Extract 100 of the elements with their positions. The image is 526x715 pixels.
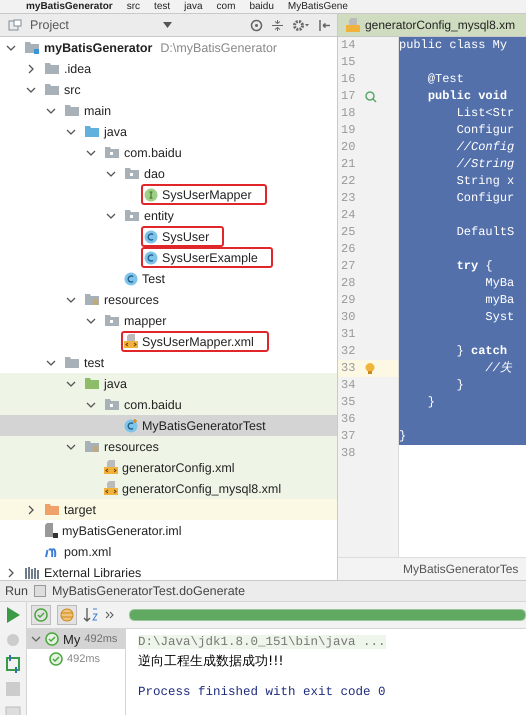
folder-icon xyxy=(124,167,140,180)
folder-icon xyxy=(24,41,40,54)
result-entry[interactable]: 492ms xyxy=(27,649,125,669)
line-number: 24 xyxy=(340,207,356,224)
tree-row[interactable]: resources xyxy=(0,436,337,457)
line-number: 15 xyxy=(340,54,356,71)
console-line: 逆向工程生成数据成功!!! xyxy=(138,654,284,668)
project-icon xyxy=(8,19,22,31)
rerun-icon[interactable] xyxy=(5,655,21,673)
tree-row[interactable]: MyBatisGeneratorTest xyxy=(0,415,337,436)
breadcrumb-item[interactable]: baidu xyxy=(249,0,274,13)
line-number: 18 xyxy=(340,105,356,122)
folder-icon xyxy=(44,83,60,96)
breadcrumb-item[interactable]: MyBatisGene xyxy=(288,0,348,13)
tree-item-label: generatorConfig_mysql8.xml xyxy=(122,482,282,496)
tree-item-label: mapper xyxy=(124,314,166,328)
tree-item-label: resources xyxy=(104,440,159,454)
tree-row[interactable]: SysUserMapper.xml xyxy=(0,331,337,352)
tree-item-label: Test xyxy=(142,272,165,286)
line-number: 28 xyxy=(340,275,356,292)
tree-item-label: test xyxy=(84,356,104,370)
target-icon[interactable] xyxy=(250,18,263,32)
tree-item-label: resources xyxy=(104,292,159,306)
tree-row[interactable]: test xyxy=(0,352,337,373)
tree-row[interactable]: pom.xml xyxy=(0,541,337,562)
line-number: 22 xyxy=(340,173,356,190)
folder-icon xyxy=(84,377,100,390)
tree-row[interactable]: src xyxy=(0,79,337,100)
tree-item-label: pom.xml xyxy=(64,544,112,558)
result-entry[interactable]: My 492ms xyxy=(27,629,125,649)
tree-row[interactable]: .idea xyxy=(0,58,337,79)
line-number: 30 xyxy=(340,309,356,326)
tree-item-label: java xyxy=(104,376,127,390)
tree-item-label: com.baidu xyxy=(124,146,182,160)
tree-row[interactable]: mapper xyxy=(0,310,337,331)
line-number: 25 xyxy=(340,224,356,241)
tree-item-label: SysUserMapper.xml xyxy=(142,334,254,348)
tree-row[interactable]: SysUser xyxy=(0,226,337,247)
hide-panel-icon[interactable] xyxy=(318,18,331,32)
line-number: 16 xyxy=(340,71,356,88)
tree-row[interactable]: myBatisGenerator D:\myBatisGenerator xyxy=(0,37,337,58)
tree-row[interactable]: dao xyxy=(0,163,337,184)
tree-item-label: SysUserMapper xyxy=(162,188,252,202)
line-number: 27 xyxy=(340,258,356,275)
line-number: 26 xyxy=(340,241,356,258)
tree-item-label: entity xyxy=(144,208,174,222)
breadcrumb-item[interactable]: src xyxy=(126,0,140,13)
tree-row[interactable]: Test xyxy=(0,268,337,289)
tree-row[interactable]: generatorConfig.xml xyxy=(0,457,337,478)
tree-item-label: External Libraries xyxy=(44,566,142,580)
folder-icon xyxy=(124,209,140,222)
tree-row[interactable]: java xyxy=(0,121,337,142)
tree-item-label: generatorConfig.xml xyxy=(122,460,235,474)
tree-row[interactable]: myBatisGenerator.iml xyxy=(0,520,337,541)
dropdown-caret-icon[interactable] xyxy=(163,22,172,28)
more-icon[interactable] xyxy=(105,610,115,620)
run-gutter-icon[interactable] xyxy=(365,90,378,102)
tree-row[interactable]: java xyxy=(0,373,337,394)
line-number: 20 xyxy=(340,139,356,156)
tree-row[interactable]: External Libraries xyxy=(0,562,337,580)
tree-row[interactable]: SysUserMapper xyxy=(0,184,337,205)
editor-tab[interactable]: generatorConfig_mysql8.xm xyxy=(338,14,526,36)
tree-item-label: MyBatisGeneratorTest xyxy=(142,418,266,432)
tree-row[interactable]: entity xyxy=(0,205,337,226)
tree-row[interactable]: generatorConfig_mysql8.xml xyxy=(0,478,337,499)
folder-icon xyxy=(104,398,120,411)
run-panel-title[interactable]: Run xyxy=(5,584,28,598)
tree-item-label: SysUserExample xyxy=(162,250,258,264)
tree-row[interactable]: main xyxy=(0,100,337,121)
module-file-icon xyxy=(44,523,58,538)
settings-icon[interactable] xyxy=(292,18,310,32)
tree-row[interactable]: com.baidu xyxy=(0,142,337,163)
breadcrumb-item[interactable]: com xyxy=(216,0,236,13)
run-config-name[interactable]: MyBatisGeneratorTest.doGenerate xyxy=(52,584,246,598)
line-number: 21 xyxy=(340,156,356,173)
collapse-icon[interactable] xyxy=(271,18,284,32)
sort-icon[interactable] xyxy=(83,606,99,624)
tree-item-label: src xyxy=(64,82,81,96)
line-number: 31 xyxy=(340,326,356,343)
line-number: 19 xyxy=(340,122,356,139)
line-number: 17 xyxy=(340,88,356,105)
breadcrumb-item[interactable]: myBatisGenerator xyxy=(26,0,113,13)
show-passed-toggle-icon[interactable] xyxy=(31,605,51,625)
line-number: 14 xyxy=(340,37,356,54)
panel-title[interactable]: Project xyxy=(30,18,69,32)
tree-item-label: java xyxy=(104,124,127,138)
tree-row[interactable]: target xyxy=(0,499,337,520)
breadcrumb-item[interactable]: java xyxy=(184,0,203,13)
breadcrumb-item[interactable]: test xyxy=(154,0,170,13)
line-number: 38 xyxy=(340,445,356,462)
lightbulb-icon[interactable] xyxy=(365,363,376,374)
class-icon xyxy=(144,250,158,264)
tree-row[interactable]: SysUserExample xyxy=(0,247,337,268)
tree-row[interactable]: resources xyxy=(0,289,337,310)
run-icon[interactable] xyxy=(6,607,20,623)
show-ignored-toggle-icon[interactable] xyxy=(57,605,77,625)
tree-row[interactable]: com.baidu xyxy=(0,394,337,415)
tree-item-label: main xyxy=(84,104,112,118)
folder-icon xyxy=(84,125,100,138)
folder-icon xyxy=(44,62,60,75)
